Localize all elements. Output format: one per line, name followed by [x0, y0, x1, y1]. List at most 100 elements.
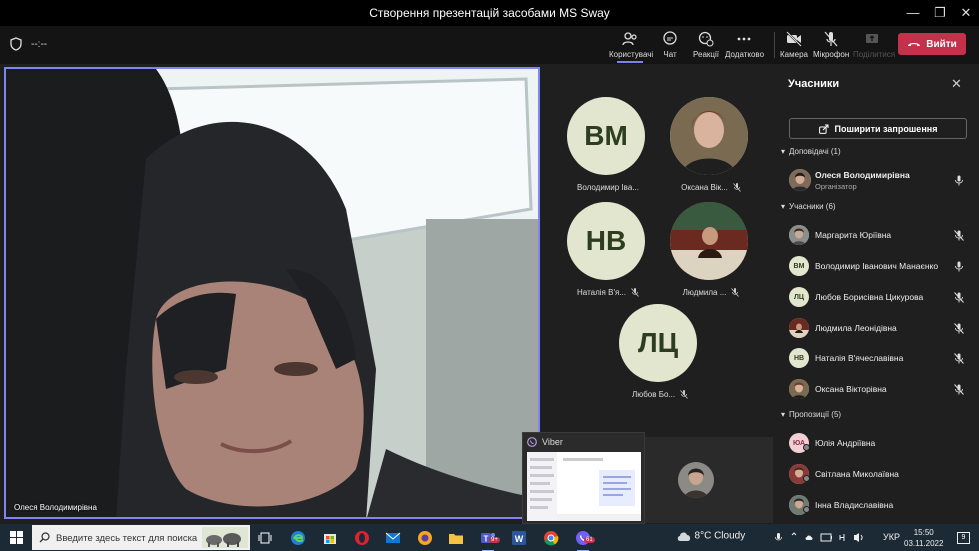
share-icon [818, 124, 829, 134]
participant-tile[interactable]: ВМ Володимир Іва... [567, 97, 645, 192]
share-invite-button[interactable]: Поширити запрошення [789, 118, 967, 139]
section-label: Пропозиції (5) [789, 410, 842, 419]
browser-icon [418, 531, 432, 545]
participant-name: Людмила Леонідівна [815, 323, 897, 333]
participant-name: Оксана Вікторівна [815, 384, 887, 394]
camera-button[interactable]: Камера [780, 30, 808, 59]
leave-label: Вийти [926, 38, 957, 50]
task-view-button[interactable] [254, 527, 276, 549]
more-label: Додатково [725, 50, 765, 59]
participants-panel: Учасники ✕ Поширити запрошення ▾ Доповід… [775, 64, 979, 524]
suggestions-section-toggle[interactable]: ▾ Пропозиції (5) [781, 410, 841, 419]
chevron-down-icon: ▾ [781, 147, 786, 156]
self-view-panel [645, 437, 773, 523]
participant-row[interactable]: ВМ Володимир Іванович Манаєнко [789, 253, 975, 279]
participant-tile[interactable]: ЛЦ Любов Бо... [619, 304, 697, 399]
shield-icon [10, 37, 22, 51]
mic-off-icon [954, 353, 964, 364]
camera-off-icon [786, 31, 802, 47]
notifications-count: 9 [961, 534, 966, 541]
chat-label: Чат [663, 50, 677, 59]
notifications-button[interactable]: 9 [957, 532, 970, 544]
share-content-button[interactable]: Поділитися [853, 30, 895, 59]
suggestion-row[interactable]: Інна Владиславівна [789, 492, 975, 518]
participant-tile[interactable]: Людмила ... [670, 202, 748, 297]
mic-off-icon [954, 384, 964, 395]
avatar: НВ [567, 202, 645, 280]
participant-tile[interactable]: НВ Наталія В'я... [567, 202, 645, 297]
microphone-button[interactable]: Мікрофон [813, 30, 849, 59]
participant-tile[interactable]: Оксана Вік... [670, 97, 748, 192]
weather-widget[interactable]: 8°C Cloudy [676, 530, 745, 542]
participant-name: Світлана Миколаївна [815, 469, 899, 479]
suggestion-row[interactable]: Світлана Миколаївна [789, 461, 975, 487]
file-explorer-app[interactable] [445, 527, 467, 549]
teams-badge: 9+ [489, 537, 500, 543]
viber-preview-popup[interactable]: Viber [522, 432, 645, 524]
teams-app[interactable]: T 9+ [477, 527, 500, 551]
participant-name: Любов Борисівна Цикурова [815, 292, 924, 302]
opera-app[interactable] [351, 527, 373, 549]
participant-name: Володимир Іванович Манаєнко [815, 261, 939, 271]
participant-row[interactable]: НВ Наталія В'ячеславівна [789, 345, 975, 371]
people-icon [622, 32, 637, 46]
task-view-icon [258, 532, 272, 544]
leave-button[interactable]: Вийти [898, 33, 966, 55]
close-window-button[interactable]: ✕ [956, 3, 976, 23]
chat-icon [663, 31, 677, 45]
profile-photo [789, 379, 809, 399]
meeting-stage: Олеся Володимирівна ВМ Володимир Іва... … [0, 64, 775, 524]
language-indicator[interactable]: УКР [883, 532, 900, 542]
chrome-app[interactable] [540, 527, 562, 549]
store-app[interactable] [319, 527, 341, 549]
browser-app[interactable] [414, 527, 436, 549]
microphone-label: Мікрофон [813, 50, 850, 59]
more-button[interactable]: Додатково [725, 30, 765, 59]
tile-name: Любов Бо... [631, 390, 676, 399]
avatar: НВ [789, 348, 809, 368]
profile-photo [789, 225, 809, 245]
system-tray-icons [775, 532, 863, 542]
suggestion-row[interactable]: ЮА Юлія Андріївна [789, 430, 975, 456]
viber-app[interactable]: 61 [572, 527, 595, 551]
participants-button[interactable]: Користувачі [609, 30, 653, 63]
taskbar-clock[interactable]: 15:50 03.11.2022 [904, 527, 943, 549]
attendees-section-toggle[interactable]: ▾ Учасники (6) [781, 202, 836, 211]
edge-app[interactable] [287, 527, 309, 549]
word-app[interactable]: W [508, 527, 530, 549]
participant-row[interactable]: Людмила Леонідівна [789, 315, 975, 341]
cloud-icon [677, 532, 691, 541]
profile-photo [678, 462, 714, 498]
toolbar-divider [774, 32, 775, 58]
taskbar-search-box[interactable]: Введите здесь текст для поиска [32, 525, 250, 550]
panel-title: Учасники [788, 78, 840, 90]
store-icon [324, 534, 336, 544]
word-icon: W [512, 531, 526, 545]
minimize-button[interactable]: — [903, 3, 923, 23]
mic-icon [955, 175, 963, 186]
reactions-icon [698, 31, 714, 47]
presenters-section-toggle[interactable]: ▾ Доповідачі (1) [781, 147, 841, 156]
tray-icons[interactable] [774, 532, 870, 545]
avatar [678, 462, 714, 498]
windows-start-icon[interactable] [10, 531, 23, 544]
search-icon [39, 532, 50, 543]
close-panel-icon[interactable]: ✕ [951, 76, 962, 92]
participant-name: Наталія В'ячеславівна [815, 353, 904, 363]
participant-row[interactable]: Маргарита Юріївна [789, 222, 975, 248]
participant-row[interactable]: ЛЦ Любов Борисівна Цикурова [789, 284, 975, 310]
participant-name: Маргарита Юріївна [815, 230, 892, 240]
status-badge [803, 444, 810, 451]
mail-app[interactable] [382, 527, 404, 549]
main-video: Олеся Володимирівна [4, 67, 540, 519]
share-content-label: Поділитися [853, 50, 896, 59]
participant-row[interactable]: Олеся Володимирівна Організатор [789, 167, 975, 193]
reactions-button[interactable]: Реакції [691, 30, 721, 59]
chat-button[interactable]: Чат [658, 30, 682, 59]
title-bar: Створення презентацій засобами MS Sway —… [0, 0, 979, 26]
viber-thumbnail-image [527, 452, 641, 521]
participant-name: Юлія Андріївна [815, 438, 876, 448]
maximize-button[interactable]: ❐ [930, 3, 950, 23]
participant-row[interactable]: Оксана Вікторівна [789, 376, 975, 402]
tile-name: Наталія В'я... [577, 288, 626, 297]
